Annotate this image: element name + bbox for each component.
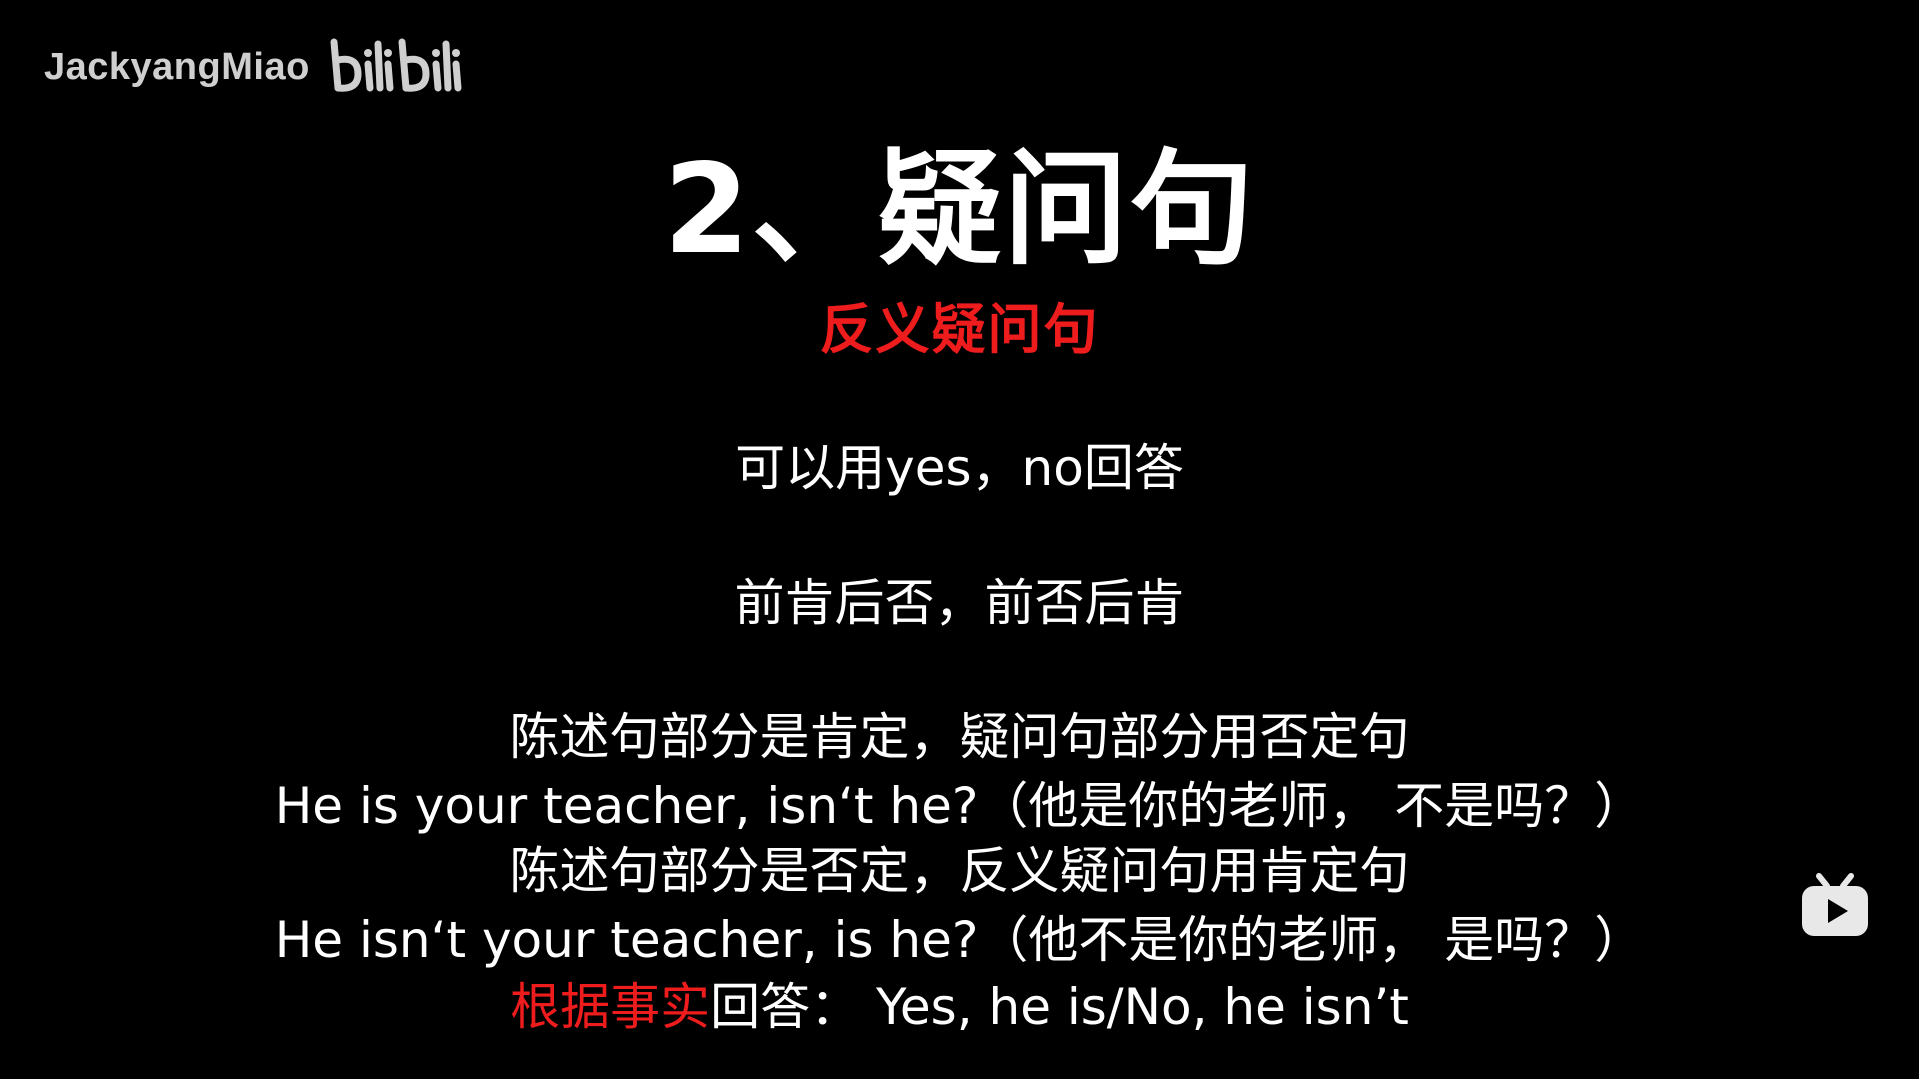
rule-affirmative-statement: 陈述句部分是肯定，疑问句部分用否定句: [509, 708, 1410, 766]
watermark: JackyangMiao: [44, 36, 470, 98]
slide-subtitle: 反义疑问句: [819, 298, 1100, 361]
example-negative: He isn‘t your teacher, is he?（他不是你的老师， 是…: [274, 911, 1645, 969]
bilibili-play-icon[interactable]: [1799, 872, 1871, 938]
rule-answer-yes-no: 可以用yes，no回答: [735, 439, 1184, 497]
rule-negative-statement: 陈述句部分是否定，反义疑问句用肯定句: [509, 842, 1410, 900]
video-frame: JackyangMiao 2、疑问句 反义疑问句 可以用yes，no回答 前肯后…: [0, 0, 1919, 1079]
answer-rest: 回答： Yes, he is/No, he isn’t: [710, 978, 1409, 1036]
rule-positive-negative: 前肯后否，前否后肯: [734, 574, 1185, 632]
answer-by-fact: 根据事实回答： Yes, he is/No, he isn’t: [0, 982, 1919, 1032]
bilibili-logo-icon: [328, 36, 470, 98]
answer-highlight: 根据事实: [510, 978, 711, 1036]
example-affirmative: He is your teacher, isn‘t he?（他是你的老师， 不是…: [274, 777, 1645, 835]
watermark-username: JackyangMiao: [44, 45, 310, 88]
slide-title: 2、疑问句: [663, 138, 1256, 282]
